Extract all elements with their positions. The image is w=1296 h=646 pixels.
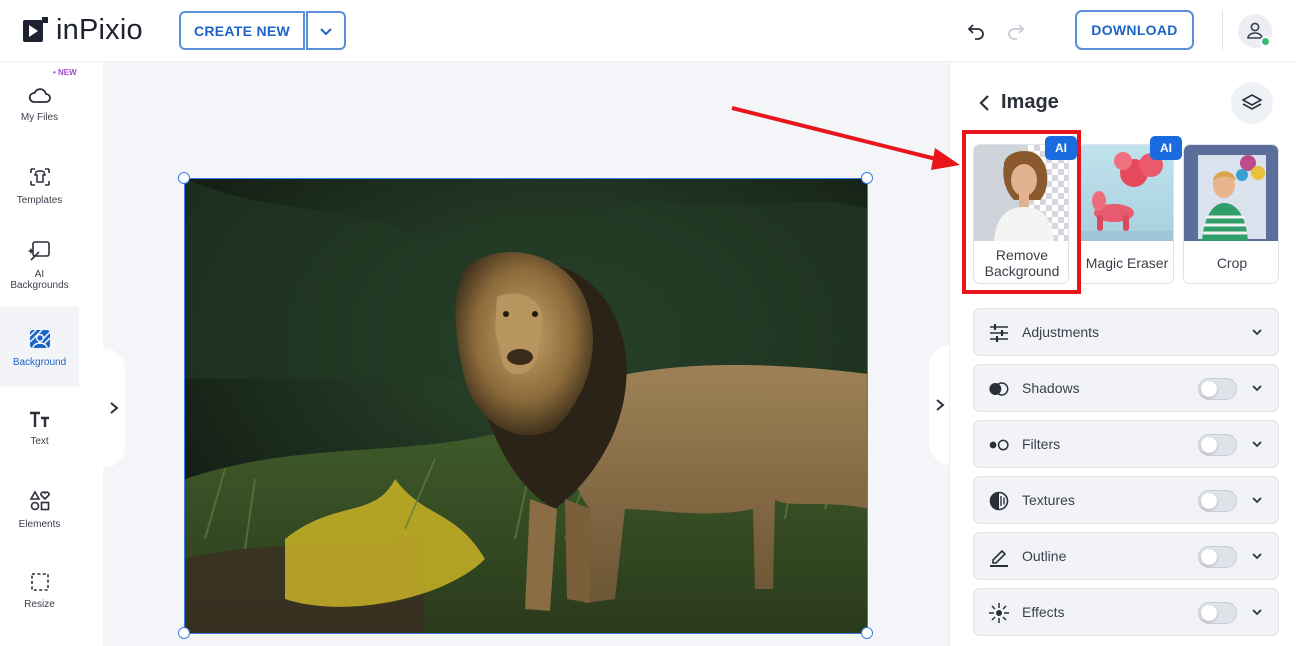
sidebar-item-label: Resize	[24, 598, 55, 610]
filters-icon	[988, 434, 1010, 456]
create-new-dropdown[interactable]	[306, 11, 346, 50]
section-label: Textures	[1022, 492, 1075, 508]
user-avatar[interactable]	[1238, 14, 1272, 48]
outline-icon	[988, 546, 1010, 568]
magic-eraser-tool[interactable]: Magic Eraser	[1078, 144, 1174, 284]
effects-icon	[988, 602, 1010, 624]
back-button[interactable]	[974, 92, 996, 114]
chevron-right-icon	[110, 402, 119, 414]
resize-handle-top-left[interactable]	[178, 172, 190, 184]
lion-photo[interactable]	[184, 178, 868, 634]
filters-toggle[interactable]	[1198, 434, 1237, 456]
effects-section[interactable]: Effects	[973, 588, 1279, 636]
expand-left-panel-button[interactable]	[103, 348, 125, 468]
ai-badge: AI	[1150, 136, 1182, 160]
background-icon	[29, 329, 50, 348]
outline-section[interactable]: Outline	[973, 532, 1279, 580]
sidebar-item-elements[interactable]: Elements	[0, 469, 79, 549]
effects-toggle[interactable]	[1198, 602, 1237, 624]
undo-icon	[967, 24, 984, 40]
crop-thumbnail	[1184, 145, 1278, 241]
tool-label: Magic Eraser	[1085, 255, 1169, 271]
lion-image	[185, 179, 867, 633]
sidebar-item-text[interactable]: Text	[0, 388, 79, 468]
chevron-down-icon[interactable]	[1248, 547, 1266, 565]
sidebar-item-resize[interactable]: Resize	[0, 550, 79, 630]
tool-label: Crop	[1216, 255, 1248, 271]
outline-toggle[interactable]	[1198, 546, 1237, 568]
download-button[interactable]: DOWNLOAD	[1075, 10, 1194, 50]
redo-icon	[1008, 24, 1025, 40]
crop-tool[interactable]: Crop	[1183, 144, 1279, 284]
sidebar-item-label: Elements	[18, 518, 61, 530]
ai-background-icon	[27, 241, 50, 261]
create-new-button[interactable]: CREATE NEW	[179, 11, 305, 50]
chevron-down-icon[interactable]	[1248, 603, 1266, 621]
resize-handle-top-right[interactable]	[861, 172, 873, 184]
sidebar-item-label: AI Backgrounds	[10, 269, 69, 291]
section-label: Shadows	[1022, 380, 1080, 396]
chevron-down-icon	[320, 27, 332, 35]
toolbar-divider	[1222, 10, 1223, 50]
section-label: Effects	[1022, 604, 1065, 620]
collapse-right-panel-button[interactable]	[929, 345, 951, 465]
section-label: Outline	[1022, 548, 1067, 564]
cloud-icon	[28, 87, 51, 103]
textures-icon	[988, 490, 1010, 512]
sidebar-item-label: Templates	[16, 194, 63, 206]
shirt-icon	[29, 167, 50, 186]
sidebar-item-label: Text	[30, 435, 49, 447]
layers-button[interactable]	[1231, 82, 1273, 124]
textures-toggle[interactable]	[1198, 490, 1237, 512]
chevron-down-icon[interactable]	[1248, 491, 1266, 509]
shapes-icon	[29, 489, 50, 510]
section-label: Adjustments	[1022, 324, 1100, 340]
shadows-toggle[interactable]	[1198, 378, 1237, 400]
shadows-icon	[988, 378, 1010, 400]
panel-title: Image	[1001, 91, 1059, 113]
resize-handle-bottom-right[interactable]	[861, 627, 873, 639]
chevron-down-icon[interactable]	[1248, 323, 1266, 341]
left-sidebar: • NEW My Files Templates AI Backgrounds …	[0, 62, 79, 646]
filters-section[interactable]: Filters	[973, 420, 1279, 468]
adjustments-section[interactable]: Adjustments	[973, 308, 1279, 356]
brand-name: inPixio	[56, 14, 143, 46]
resize-icon	[30, 572, 49, 591]
chevron-down-icon[interactable]	[1248, 435, 1266, 453]
inpixio-logo-icon	[22, 16, 48, 45]
resize-handle-bottom-left[interactable]	[178, 627, 190, 639]
sidebar-item-background[interactable]: Background	[0, 307, 79, 387]
sidebar-item-my-files[interactable]: My Files	[0, 64, 79, 144]
textures-section[interactable]: Textures	[973, 476, 1279, 524]
sidebar-item-label: My Files	[20, 111, 59, 123]
sliders-icon	[988, 322, 1010, 344]
redo-button[interactable]	[1003, 18, 1029, 44]
shadows-section[interactable]: Shadows	[973, 364, 1279, 412]
online-status-dot	[1260, 36, 1271, 47]
sidebar-item-label: Background	[12, 356, 67, 368]
sidebar-gutter	[79, 62, 103, 646]
undo-button[interactable]	[963, 18, 989, 44]
layers-icon	[1241, 94, 1263, 110]
chevron-right-icon	[936, 399, 945, 411]
chevron-left-icon	[979, 95, 989, 111]
sidebar-item-templates[interactable]: Templates	[0, 145, 79, 225]
text-icon	[29, 411, 49, 427]
section-label: Filters	[1022, 436, 1061, 452]
chevron-down-icon[interactable]	[1248, 379, 1266, 397]
sidebar-item-ai-backgrounds[interactable]: AI Backgrounds	[0, 225, 79, 305]
logo[interactable]: inPixio	[22, 14, 143, 47]
annotation-highlight-box	[962, 130, 1081, 294]
